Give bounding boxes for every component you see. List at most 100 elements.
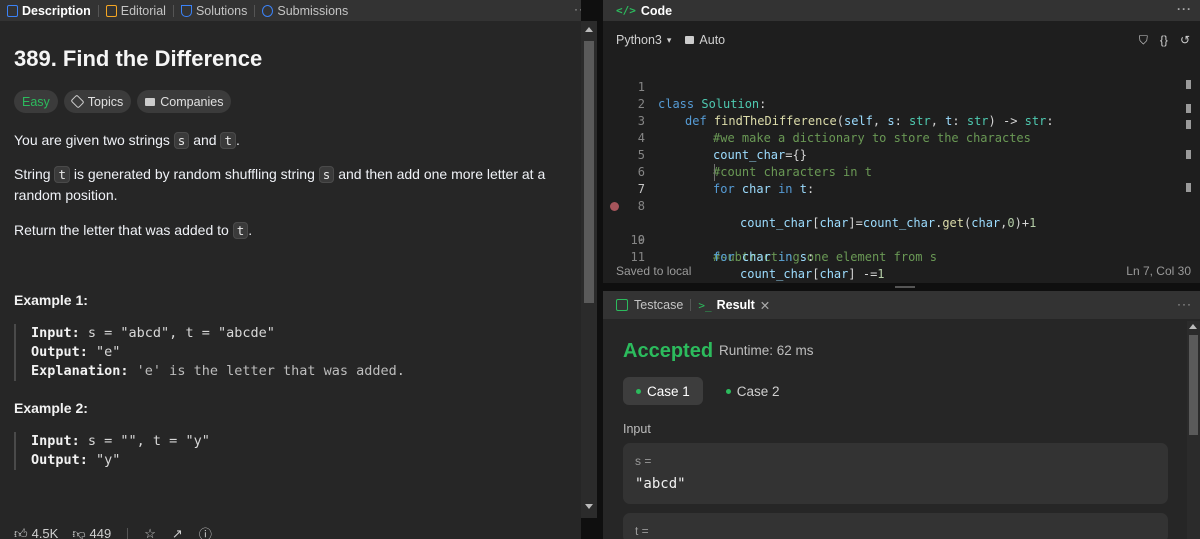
scroll-down-arrow-icon[interactable] — [585, 504, 593, 509]
text: String — [14, 166, 55, 182]
result-tab-bar: Testcase >_ Result ✕ ··· — [603, 291, 1200, 319]
output-label: Output: — [31, 344, 88, 360]
code-line: 3 #we make a dictionary to store the cha… — [603, 96, 1183, 145]
code-line: 9 #subtracting one element from s — [603, 198, 1183, 264]
bookmark-icon[interactable]: ⛉ — [1139, 33, 1148, 48]
code-minimap[interactable] — [1186, 62, 1192, 202]
dislike-count: 449 — [89, 526, 112, 539]
code-tab-label[interactable]: Code — [641, 4, 672, 18]
breakpoint-icon[interactable] — [610, 202, 619, 211]
language-select[interactable]: Python3 ▾ — [616, 33, 671, 47]
inline-code: t — [220, 132, 236, 149]
text: and — [189, 132, 221, 148]
input-t-box: t = — [623, 513, 1168, 539]
inline-code: t — [54, 166, 70, 183]
tab-description-label: Description — [22, 3, 91, 18]
input-t-label: t = — [635, 524, 649, 538]
explanation-value: 'e' is the letter that was added. — [128, 363, 405, 379]
scroll-up-arrow-icon[interactable] — [1189, 324, 1197, 329]
description-scrollbar[interactable] — [581, 21, 597, 518]
code-line: 8 — [603, 181, 1183, 213]
language-label: Python3 — [616, 33, 662, 47]
editor-statusbar: Saved to local Ln 7, Col 30 — [616, 264, 1191, 278]
topics-tag[interactable]: Topics — [63, 90, 132, 113]
help-icon[interactable]: ⓘ — [199, 524, 212, 539]
app-root: Description Editorial Solutions Submissi… — [0, 0, 1200, 539]
example-2-title: Example 2: — [14, 400, 88, 416]
minimap-mark — [1186, 120, 1191, 129]
runtime-value: Runtime: 62 ms — [719, 343, 814, 358]
case-2-label: Case 2 — [736, 383, 780, 399]
token: in — [778, 250, 793, 264]
problem-content: 389. Find the Difference Easy Topics Com… — [14, 46, 574, 470]
tab-editorial[interactable]: Editorial — [99, 0, 173, 21]
share-icon[interactable]: ↗ — [172, 526, 183, 539]
tab-description[interactable]: Description — [0, 0, 98, 21]
auto-toggle[interactable]: Auto — [685, 33, 725, 47]
left-tab-bar: Description Editorial Solutions Submissi… — [0, 0, 581, 21]
output-label: Output: — [31, 452, 88, 468]
code-line: 1 class Solution: — [603, 62, 1183, 111]
description-paragraph-3: Return the letter that was added to t. — [14, 220, 559, 241]
indent-guide — [714, 164, 715, 181]
flask-icon — [180, 4, 192, 17]
problem-title: 389. Find the Difference — [14, 46, 263, 71]
minimap-mark — [1186, 150, 1191, 159]
minimap-mark — [1186, 80, 1191, 89]
token: char — [741, 250, 771, 264]
case-1-label: Case 1 — [647, 383, 690, 399]
more-options-icon[interactable]: ··· — [1177, 2, 1192, 16]
scroll-up-arrow-icon[interactable] — [585, 27, 593, 32]
panel-splitter[interactable] — [603, 283, 1200, 291]
token: s — [799, 250, 807, 264]
braces-icon[interactable]: {} — [1160, 33, 1168, 48]
code-line: 10 for char in s: — [603, 215, 1183, 264]
star-icon[interactable]: ☆ — [144, 526, 156, 539]
drag-handle-icon[interactable] — [895, 286, 915, 288]
example-2-block: Input: s = "", t = "y" Output: "y" — [14, 432, 210, 470]
document-icon — [7, 4, 18, 17]
code-panel: </> Code ··· Python3 ▾ Auto ⛉ {} ↺ 1 cla… — [603, 0, 1200, 283]
history-icon — [262, 4, 274, 17]
checkbox-icon — [616, 299, 628, 311]
text: . — [248, 222, 253, 238]
close-icon[interactable]: ✕ — [760, 298, 770, 313]
pass-dot-icon — [725, 388, 731, 394]
dislike-button[interactable]: 👎︎ 449 — [72, 526, 111, 539]
cursor-position: Ln 7, Col 30 — [1126, 264, 1191, 278]
like-button[interactable]: 👍︎ 4.5K — [14, 526, 58, 539]
tab-solutions[interactable]: Solutions — [174, 0, 254, 21]
more-options-icon[interactable]: ··· — [1177, 297, 1192, 311]
auto-label: Auto — [699, 33, 726, 47]
save-status: Saved to local — [616, 264, 692, 278]
input-s-box: s = "abcd" — [623, 443, 1168, 504]
companies-tag[interactable]: Companies — [137, 90, 232, 113]
case-1-button[interactable]: Case 1 — [623, 377, 703, 405]
code-line: 11 count_char[char] -=1 — [603, 232, 1183, 281]
tab-result[interactable]: >_ Result ✕ — [698, 298, 770, 313]
difficulty-badge[interactable]: Easy — [14, 90, 58, 113]
thumbs-up-icon: 👍︎ — [14, 525, 28, 539]
scrollbar-thumb[interactable] — [584, 41, 594, 303]
result-panel: Testcase >_ Result ✕ ··· Accepted Runtim… — [603, 291, 1200, 539]
text: Return the letter that was added to — [14, 222, 233, 238]
verdict-status: Accepted — [623, 340, 714, 362]
tab-testcase[interactable]: Testcase — [616, 298, 683, 312]
result-scrollbar[interactable] — [1187, 321, 1200, 539]
scrollbar-thumb[interactable] — [1189, 335, 1198, 435]
input-s-value: "abcd" — [635, 476, 686, 492]
more-options-icon[interactable]: ··· — [574, 2, 581, 16]
inline-code: s — [173, 132, 190, 149]
output-value: "y" — [87, 452, 121, 468]
like-count: 4.5K — [31, 526, 59, 539]
tab-submissions[interactable]: Submissions — [255, 0, 355, 21]
topics-label: Topics — [87, 94, 124, 109]
inline-code: t — [232, 222, 249, 239]
input-value: s = "", t = "y" — [79, 433, 210, 449]
case-2-button[interactable]: Case 2 — [713, 377, 793, 405]
input-value: s = "abcd", t = "abcde" — [79, 325, 275, 341]
reset-icon[interactable]: ↺ — [1180, 33, 1190, 48]
problem-footer: 👍︎ 4.5K 👎︎ 449 ☆ ↗ ⓘ — [14, 524, 212, 539]
